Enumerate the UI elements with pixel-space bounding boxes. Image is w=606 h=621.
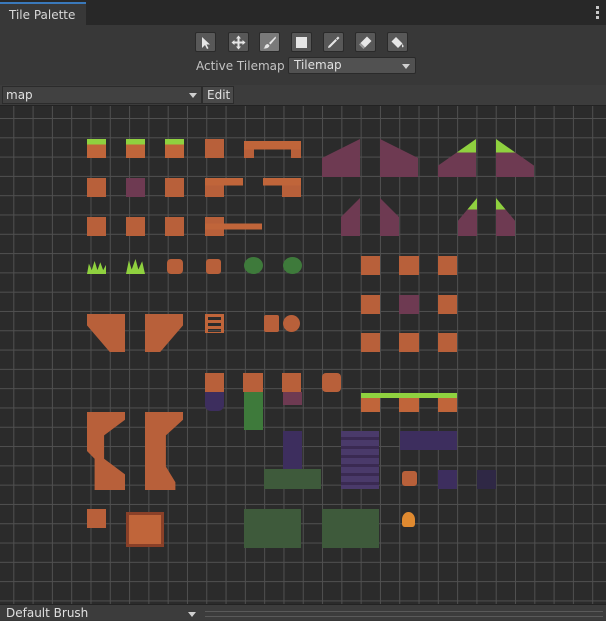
select-tool-button[interactable]: [195, 32, 216, 52]
tile-moss-bush[interactable]: [283, 257, 302, 274]
tile-grass-slope-right[interactable]: [496, 139, 534, 177]
eraser-icon: [359, 36, 372, 49]
tile-brick-ledge[interactable]: [244, 141, 301, 158]
move-tool-button[interactable]: [228, 32, 249, 52]
tile-brick-top[interactable]: [361, 256, 457, 275]
select-tool-icon: [202, 37, 210, 49]
tile-rock[interactable]: [322, 373, 341, 392]
brush-name: Default Brush: [6, 606, 89, 620]
tile-grass-inner-slope[interactable]: [496, 198, 515, 236]
tile-arch-left[interactable]: [87, 412, 125, 490]
tile-brick[interactable]: [87, 217, 106, 236]
palette-name: map: [6, 88, 33, 102]
palette-dropdown[interactable]: map: [2, 86, 202, 104]
tile-brick[interactable]: [165, 178, 184, 197]
edit-button[interactable]: Edit: [202, 86, 234, 104]
tile-rock[interactable]: [402, 471, 417, 486]
tile-brick[interactable]: [205, 139, 224, 158]
tile-barrel-side[interactable]: [283, 315, 300, 332]
tile-grass-tuft[interactable]: [87, 261, 106, 274]
tile-dungeon-block[interactable]: [438, 470, 457, 489]
tile-grass-inner-slope[interactable]: [458, 198, 477, 236]
box-fill-button[interactable]: [291, 32, 312, 52]
picker-button[interactable]: [323, 32, 344, 52]
tile-brick[interactable]: [87, 178, 106, 197]
tile-moss-wall[interactable]: [244, 509, 301, 548]
tile-slope-right[interactable]: [380, 139, 418, 177]
tile-rock[interactable]: [167, 259, 183, 274]
tile-rock[interactable]: [206, 259, 221, 274]
tile-inner-slope[interactable]: [380, 198, 399, 236]
tile-brick-corner[interactable]: [263, 178, 301, 197]
paint-brush-button[interactable]: [259, 32, 280, 52]
tile-palette-grid[interactable]: [0, 106, 606, 604]
tile-vine-portal[interactable]: [205, 392, 224, 411]
tile-small-crate[interactable]: [87, 509, 106, 528]
flood-fill-icon: [391, 37, 404, 48]
tile-grass-block[interactable]: [87, 139, 106, 158]
active-tilemap-dropdown[interactable]: Tilemap: [288, 57, 416, 74]
chevron-down-icon: [188, 612, 196, 617]
tile-drip[interactable]: [283, 392, 302, 405]
tile-dungeon-base[interactable]: [264, 469, 321, 489]
tile-grass-tuft[interactable]: [126, 259, 145, 274]
box-fill-icon: [296, 37, 307, 48]
paint-brush-icon: [263, 36, 276, 49]
tile-inner-slope[interactable]: [341, 198, 360, 236]
tile-dungeon-door[interactable]: [341, 431, 379, 489]
eraser-button[interactable]: [355, 32, 376, 52]
move-tool-icon: [231, 35, 246, 50]
active-tilemap-value: Tilemap: [294, 58, 342, 72]
tile-carved-crate[interactable]: [126, 512, 164, 547]
chevron-down-icon: [402, 64, 410, 69]
tile-dirt-frame[interactable]: [361, 295, 457, 314]
active-tilemap-label: Active Tilemap: [196, 59, 285, 73]
chevron-down-icon: [189, 93, 197, 98]
edit-label: Edit: [207, 88, 231, 102]
window-tab-bar: Tile Palette: [0, 0, 606, 25]
tile-grass-platform[interactable]: [361, 393, 457, 412]
tile-dungeon-brick[interactable]: [400, 431, 457, 450]
tile-dungeon-pillar[interactable]: [283, 431, 302, 469]
picker-icon: [328, 36, 340, 48]
palette-bar: map Edit: [0, 85, 606, 106]
tile-arch-right[interactable]: [145, 412, 183, 490]
tile-diagonal-corner[interactable]: [87, 314, 125, 352]
tile-brick-bottom[interactable]: [361, 333, 457, 352]
tab-title: Tile Palette: [9, 8, 76, 22]
tile-ladder[interactable]: [205, 314, 224, 333]
tile-dirt[interactable]: [126, 178, 145, 197]
tile-torch[interactable]: [402, 512, 415, 527]
tab-tile-palette[interactable]: Tile Palette: [0, 2, 86, 25]
tile-brick[interactable]: [126, 217, 145, 236]
splitter-handle[interactable]: [205, 611, 603, 617]
tile-diagonal-corner[interactable]: [145, 314, 183, 352]
tile-brick-ledge[interactable]: [205, 217, 262, 236]
tool-toolbar: [195, 32, 415, 54]
tile-brick[interactable]: [165, 217, 184, 236]
tile-slope-left[interactable]: [322, 139, 360, 177]
tile-grass-slope-left[interactable]: [438, 139, 476, 177]
tile-dungeon-block[interactable]: [477, 470, 496, 489]
flood-fill-button[interactable]: [387, 32, 408, 52]
tile-vine-column[interactable]: [244, 392, 263, 430]
brush-bar: Default Brush: [0, 604, 606, 620]
tile-grass-block[interactable]: [126, 139, 145, 158]
more-options-icon[interactable]: [596, 6, 600, 19]
tile-grass-block[interactable]: [165, 139, 184, 158]
tile-barrel[interactable]: [264, 315, 279, 332]
tile-brick-corner[interactable]: [205, 178, 243, 197]
tile-moss-bush[interactable]: [244, 257, 263, 274]
tile-door-top[interactable]: [205, 373, 301, 392]
tile-moss-wall[interactable]: [322, 509, 379, 548]
